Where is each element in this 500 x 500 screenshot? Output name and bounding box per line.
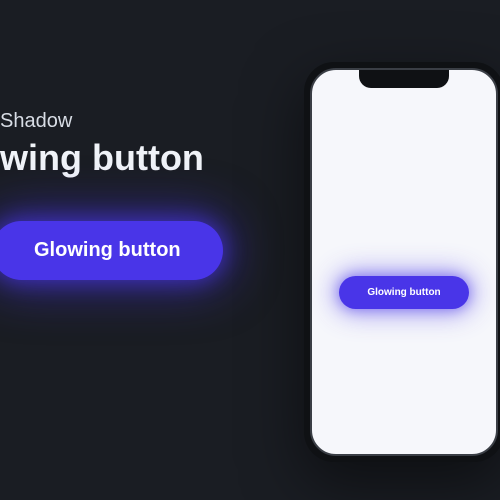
page-title: wing button — [0, 137, 310, 179]
subtitle-text: Shadow — [0, 110, 310, 133]
phone-notch — [359, 70, 449, 88]
glowing-button[interactable]: Glowing button — [0, 221, 223, 280]
phone-screen: Glowing button — [312, 70, 496, 454]
phone-frame: Glowing button — [310, 68, 498, 456]
phone-mockup: Glowing button — [304, 62, 500, 462]
glowing-button-preview[interactable]: Glowing button — [339, 276, 468, 309]
left-panel: Shadow wing button Glowing button — [0, 0, 310, 500]
